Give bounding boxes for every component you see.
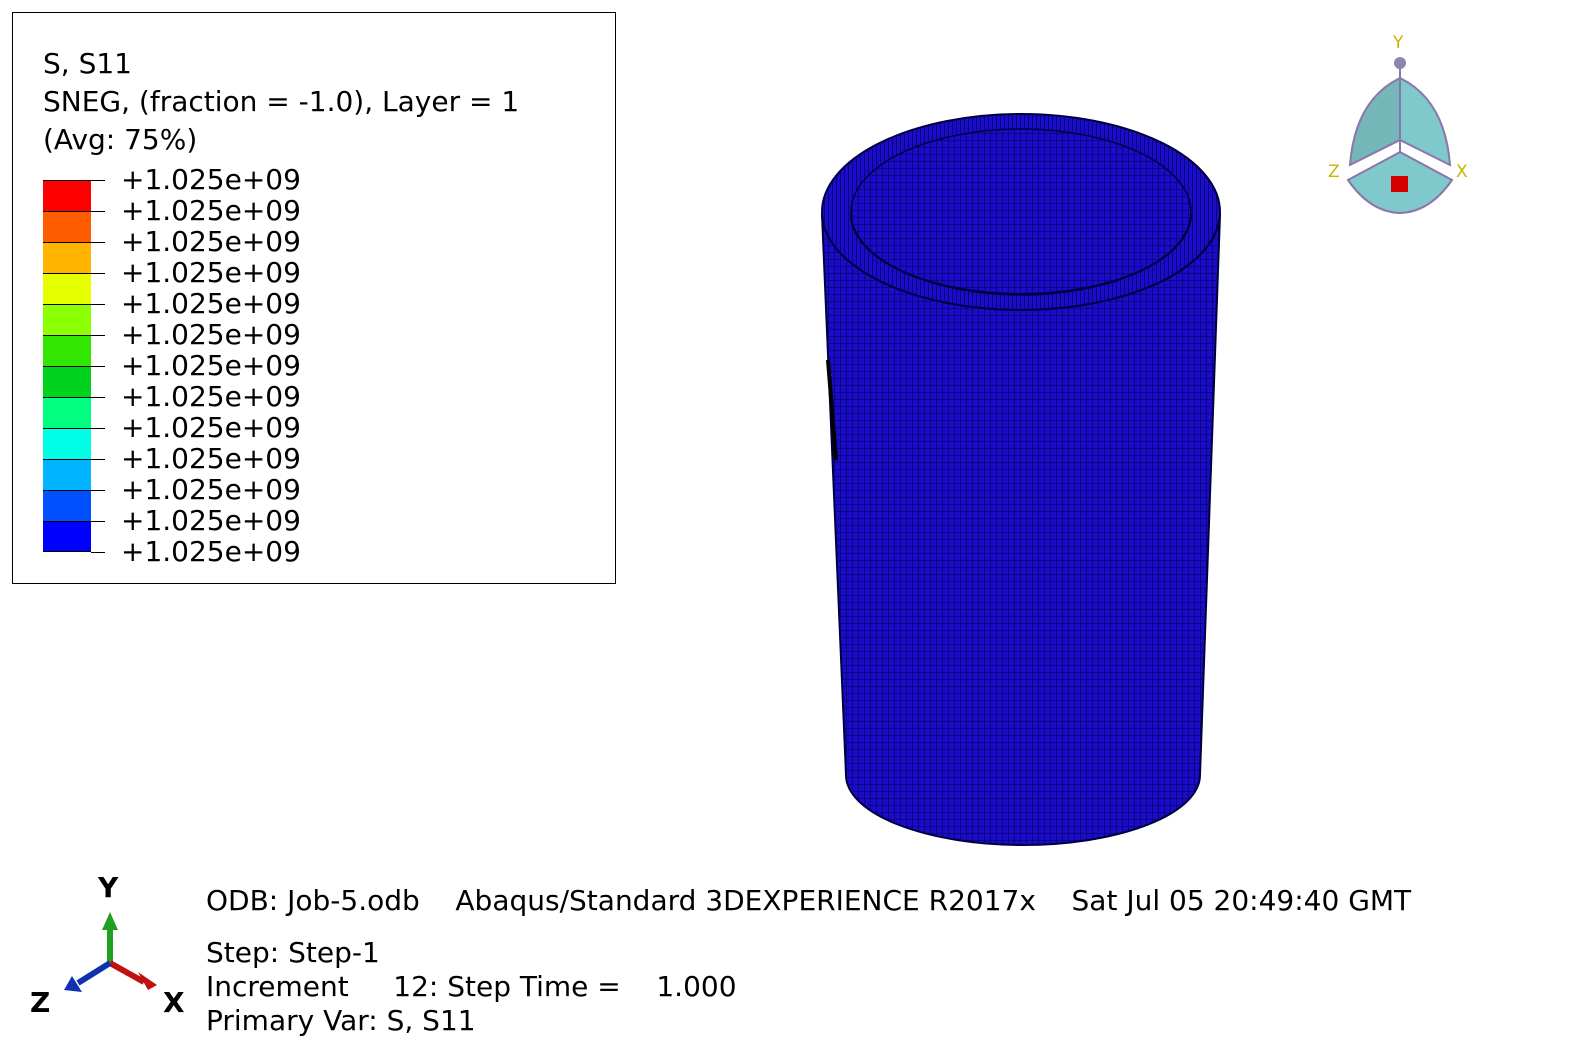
view-cube-x-label: X <box>1456 162 1468 182</box>
view-cube-z-label: Z <box>1328 162 1340 182</box>
triad-x-label: X <box>163 986 185 1019</box>
triad-x-axis <box>108 960 146 985</box>
increment-info-line: Increment 12: Step Time = 1.000 <box>206 970 737 1003</box>
coordinate-triad: Y Z X <box>30 871 185 1019</box>
view-cube-upper-right-lobe <box>1399 76 1452 167</box>
step-info-line: Step: Step-1 <box>206 936 380 969</box>
view-cube-front-face-icon[interactable] <box>1391 176 1408 192</box>
view-cube-upper-left-lobe <box>1348 76 1401 167</box>
odb-info-line: ODB: Job-5.odb Abaqus/Standard 3DEXPERIE… <box>206 884 1412 917</box>
view-cube-top-dot[interactable] <box>1394 57 1406 69</box>
view-cube[interactable]: Y Z X <box>1328 33 1468 215</box>
triad-y-arrowhead <box>102 912 118 930</box>
primary-var-info-line: Primary Var: S, S11 <box>206 1004 476 1037</box>
triad-z-label: Z <box>30 986 50 1019</box>
triad-z-axis <box>76 960 112 986</box>
triad-y-label: Y <box>97 871 119 904</box>
cylinder-model[interactable] <box>820 113 1222 846</box>
view-cube-y-label: Y <box>1392 33 1404 53</box>
